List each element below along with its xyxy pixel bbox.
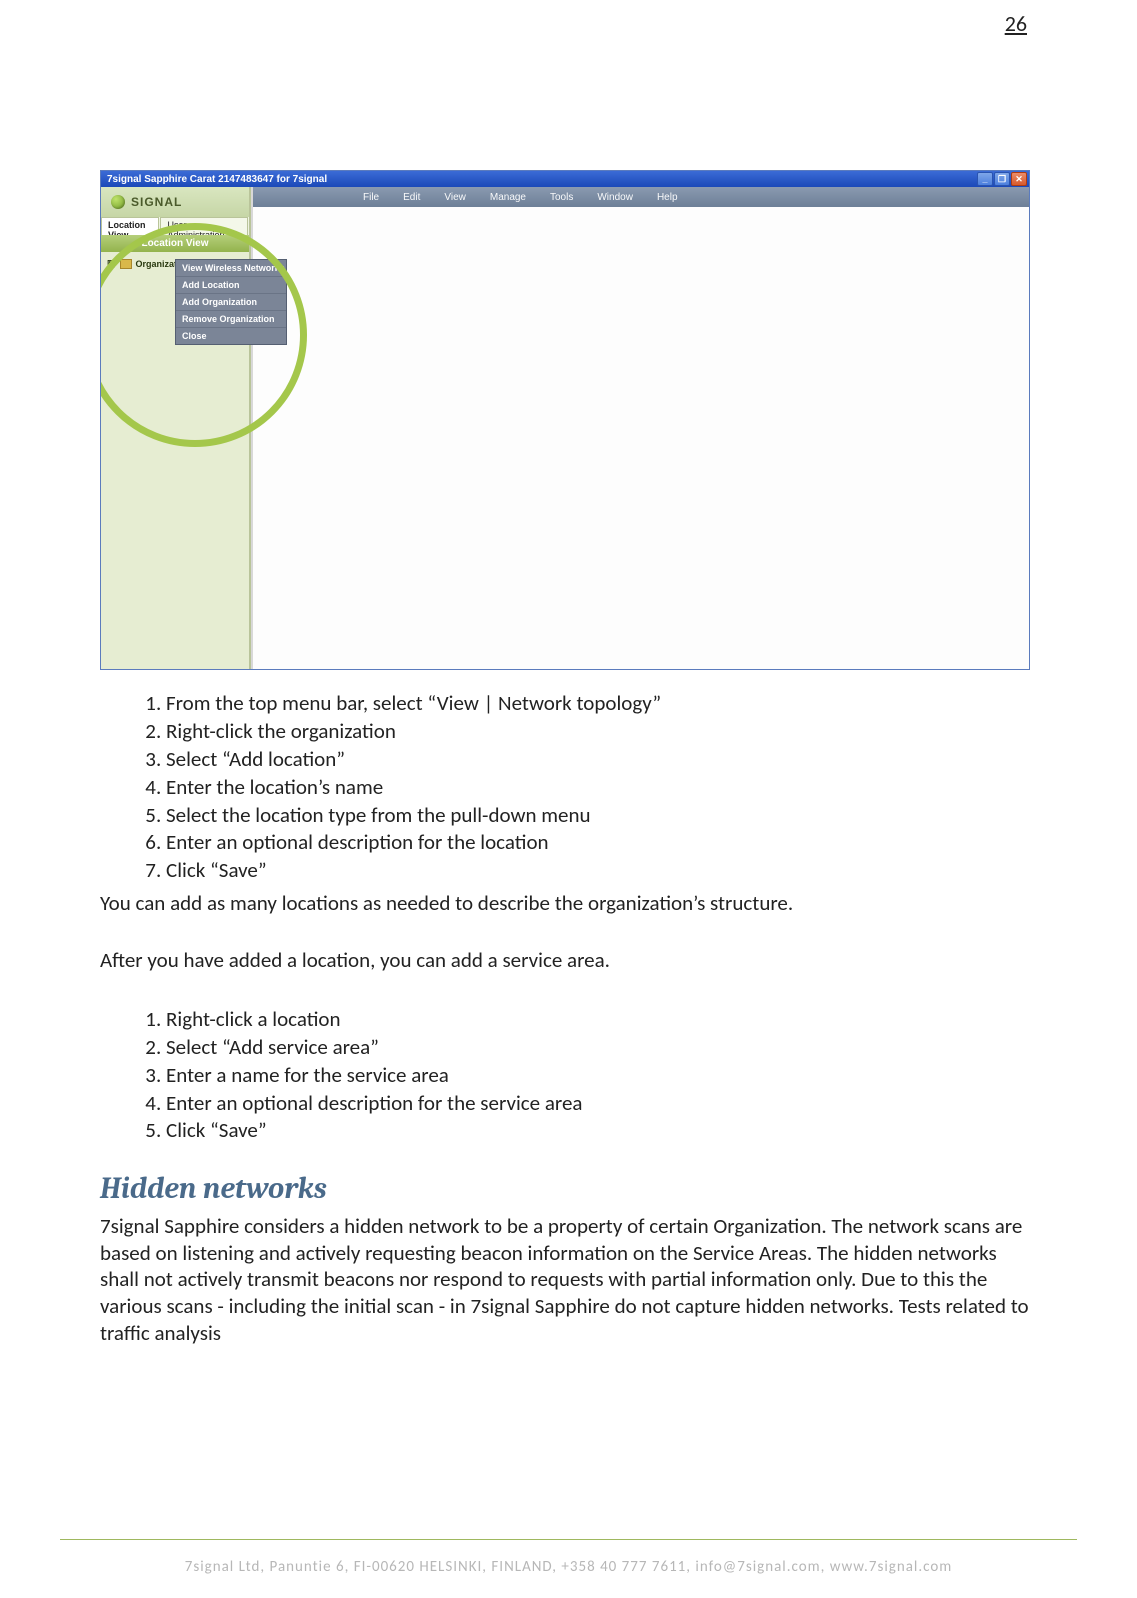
menu-manage[interactable]: Manage xyxy=(490,192,526,203)
list-item: Enter a name for the service area xyxy=(166,1062,1037,1089)
page-number: 26 xyxy=(1005,10,1027,37)
window-title: 7signal Sapphire Carat 2147483647 for 7s… xyxy=(103,174,327,185)
main-panel: File Edit View Manage Tools Window Help xyxy=(251,187,1029,669)
logo-icon xyxy=(111,195,125,209)
footer-divider xyxy=(60,1539,1077,1540)
footer-text: 7signal Ltd, Panuntie 6, FI-00620 HELSIN… xyxy=(0,1558,1137,1576)
list-item: Select “Add service area” xyxy=(166,1034,1037,1061)
menu-tools[interactable]: Tools xyxy=(550,192,573,203)
window-titlebar[interactable]: 7signal Sapphire Carat 2147483647 for 7s… xyxy=(101,171,1029,187)
minimize-button[interactable]: _ xyxy=(977,172,993,186)
heading-hidden-networks: Hidden networks xyxy=(100,1170,1037,1208)
menu-help[interactable]: Help xyxy=(657,192,678,203)
menu-bar[interactable]: File Edit View Manage Tools Window Help xyxy=(253,187,1029,207)
list-item: Select the location type from the pull-d… xyxy=(166,802,1037,829)
list-item: Enter the location’s name xyxy=(166,774,1037,801)
paragraph: You can add as many locations as needed … xyxy=(100,890,1037,917)
app-screenshot: 7signal Sapphire Carat 2147483647 for 7s… xyxy=(100,170,1030,670)
list-item: Right-click the organization xyxy=(166,718,1037,745)
logo-text: SIGNAL xyxy=(131,195,182,209)
list-item: Click “Save” xyxy=(166,857,1037,884)
window-controls: _ ❐ ✕ xyxy=(977,172,1027,186)
list-item: Enter an optional description for the se… xyxy=(166,1090,1037,1117)
paragraph: After you have added a location, you can… xyxy=(100,947,1037,974)
menu-edit[interactable]: Edit xyxy=(403,192,420,203)
content-area: 7signal Sapphire Carat 2147483647 for 7s… xyxy=(100,170,1037,1351)
ctx-close[interactable]: Close xyxy=(176,328,286,344)
ctx-view-wireless-networks[interactable]: View Wireless Networks xyxy=(176,260,286,277)
menu-view[interactable]: View xyxy=(444,192,466,203)
menu-window[interactable]: Window xyxy=(597,192,633,203)
context-menu[interactable]: View Wireless Networks Add Location Add … xyxy=(175,259,287,345)
list-item: Click “Save” xyxy=(166,1117,1037,1144)
menu-file[interactable]: File xyxy=(363,192,379,203)
tab-location-view[interactable]: Location View xyxy=(101,217,159,235)
expand-icon[interactable]: ▣ xyxy=(107,258,116,269)
tab-user-admin-view[interactable]: User Administration View xyxy=(160,217,248,235)
panel-header-location-view: Location View xyxy=(101,235,249,252)
steps-add-service-area: Right-click a location Select “Add servi… xyxy=(148,1006,1037,1144)
ctx-remove-organization[interactable]: Remove Organization xyxy=(176,311,286,328)
body-text: From the top menu bar, select “View | Ne… xyxy=(100,690,1037,1347)
close-button[interactable]: ✕ xyxy=(1011,172,1027,186)
folder-icon xyxy=(120,259,132,269)
app-logo: SIGNAL xyxy=(101,187,249,217)
list-item: Select “Add location” xyxy=(166,746,1037,773)
document-page: 26 7signal Sapphire Carat 2147483647 for… xyxy=(0,0,1137,1598)
list-item: Right-click a location xyxy=(166,1006,1037,1033)
paragraph-hidden-networks: 7signal Sapphire considers a hidden netw… xyxy=(100,1213,1037,1347)
ctx-add-location[interactable]: Add Location xyxy=(176,277,286,294)
steps-add-location: From the top menu bar, select “View | Ne… xyxy=(148,690,1037,884)
list-item: From the top menu bar, select “View | Ne… xyxy=(166,690,1037,717)
maximize-button[interactable]: ❐ xyxy=(994,172,1010,186)
list-item: Enter an optional description for the lo… xyxy=(166,829,1037,856)
ctx-add-organization[interactable]: Add Organization xyxy=(176,294,286,311)
view-tabs: Location View User Administration View xyxy=(101,217,249,235)
